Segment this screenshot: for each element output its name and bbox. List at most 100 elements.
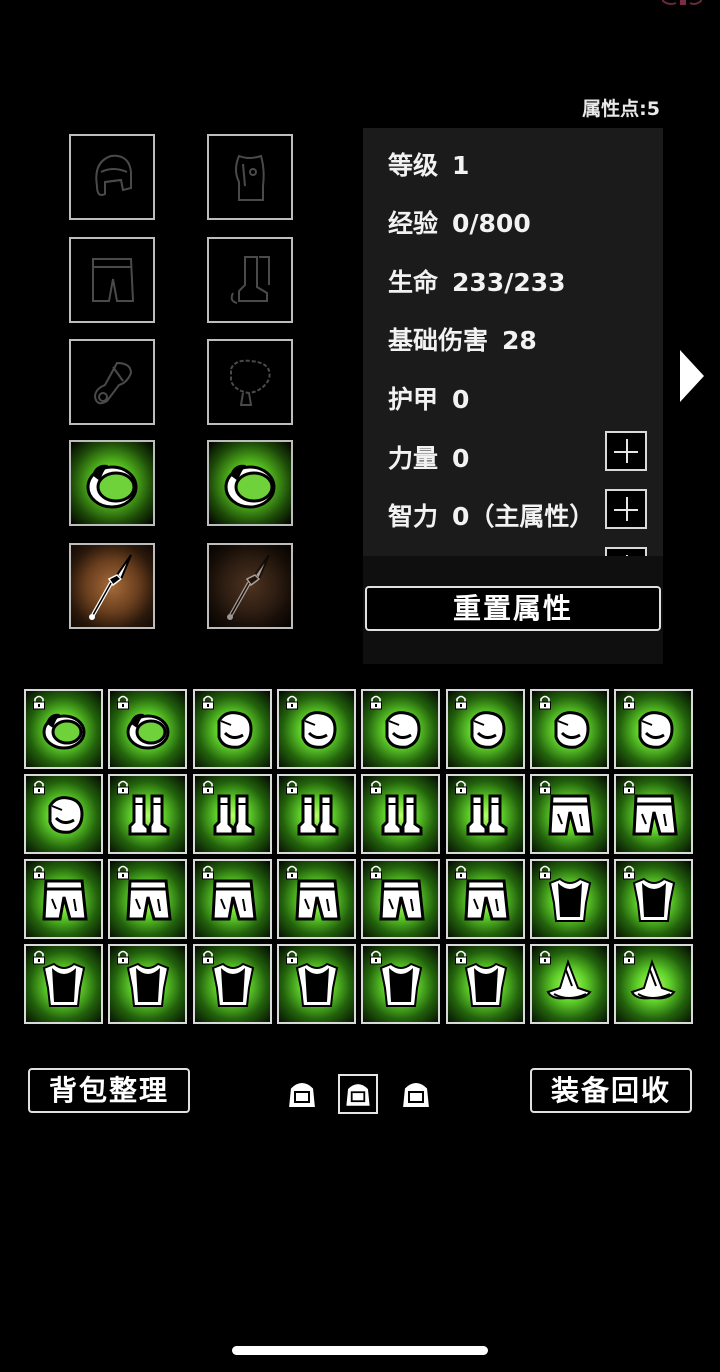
intellect-plus-button[interactable] xyxy=(605,489,647,529)
inventory-slot-armor[interactable] xyxy=(24,944,103,1024)
stat-armor: 护甲 0 xyxy=(388,380,469,416)
boots-icon xyxy=(128,794,170,836)
pants-icon xyxy=(379,879,425,921)
strength-plus-button[interactable] xyxy=(605,431,647,471)
equip-slot-weapon-1[interactable] xyxy=(69,543,155,629)
pants-icon xyxy=(92,258,135,302)
inventory-slot-glove[interactable] xyxy=(277,689,356,769)
equip-slot-helmet[interactable] xyxy=(69,134,155,220)
next-page-arrow-icon[interactable] xyxy=(680,350,704,402)
hat-icon xyxy=(630,958,676,1000)
inventory-slot-armor[interactable] xyxy=(446,944,525,1024)
stat-strength: 力量 0 xyxy=(388,439,469,475)
stat-hp-value: 233/233 xyxy=(452,268,566,297)
boots-icon xyxy=(297,794,339,836)
bag-page-1-icon[interactable] xyxy=(282,1074,322,1114)
inventory-slot-pants[interactable] xyxy=(446,859,525,939)
inventory-slot-armor[interactable] xyxy=(193,944,272,1024)
glove-icon xyxy=(301,711,337,749)
inventory-slot-boots[interactable] xyxy=(108,774,187,854)
home-indicator[interactable] xyxy=(232,1346,488,1355)
stat-exp-value: 0/800 xyxy=(452,209,531,238)
inventory-slot-glove[interactable] xyxy=(24,774,103,854)
glove-icon xyxy=(554,711,590,749)
armor-icon xyxy=(42,962,86,1007)
sort-bag-button[interactable]: 背包整理 xyxy=(28,1068,190,1113)
stat-hp: 生命 233/233 xyxy=(388,263,566,299)
dagger-icon xyxy=(227,554,270,620)
stat-intellect-label: 智力 xyxy=(388,502,439,531)
stat-intellect-value: 0（主属性） xyxy=(452,502,595,531)
inventory-slot-pants[interactable] xyxy=(361,859,440,939)
necklace-icon xyxy=(230,359,271,406)
inventory-slot-pants[interactable] xyxy=(108,859,187,939)
inventory-slot-armor[interactable] xyxy=(277,944,356,1024)
inventory-slot-armor[interactable] xyxy=(530,859,609,939)
green-ring-icon xyxy=(224,464,276,509)
recycle-equipment-button[interactable]: 装备回收 xyxy=(530,1068,692,1113)
stats-panel: 等级 1 经验 0/800 生命 233/233 基础伤害 28 护甲 0 力量 0 智力 0… xyxy=(363,128,663,556)
boots-icon xyxy=(230,256,270,304)
inventory-slot-boots[interactable] xyxy=(193,774,272,854)
glove-icon xyxy=(48,796,84,834)
inventory-slot-boots[interactable] xyxy=(361,774,440,854)
ring-icon xyxy=(42,713,86,750)
inventory-slot-glove[interactable] xyxy=(530,689,609,769)
inventory-slot-pants[interactable] xyxy=(24,859,103,939)
equip-slot-bracer[interactable] xyxy=(69,339,155,425)
hat-icon xyxy=(546,958,592,1000)
green-ring-icon xyxy=(86,464,138,509)
stat-level-value: 1 xyxy=(452,151,470,180)
equip-slot-weapon-2[interactable] xyxy=(207,543,293,629)
boots-icon xyxy=(381,794,423,836)
equip-slot-necklace[interactable] xyxy=(207,339,293,425)
reset-attributes-button[interactable]: 重置属性 xyxy=(365,586,661,631)
stat-exp: 经验 0/800 xyxy=(388,204,531,240)
equip-slot-ring-2[interactable] xyxy=(207,440,293,526)
ring-icon xyxy=(126,713,170,750)
stat-armor-value: 0 xyxy=(452,385,470,414)
glove-icon xyxy=(470,711,506,749)
armor-icon xyxy=(235,154,265,201)
inventory-slot-pants[interactable] xyxy=(277,859,356,939)
inventory-slot-pants[interactable] xyxy=(614,774,693,854)
equip-slot-pants[interactable] xyxy=(69,237,155,323)
stat-base-damage-label: 基础伤害 xyxy=(388,326,489,355)
inventory-slot-pants[interactable] xyxy=(530,774,609,854)
inventory-slot-armor[interactable] xyxy=(614,859,693,939)
stat-plus-button-partial[interactable] xyxy=(605,547,647,556)
stat-strength-label: 力量 xyxy=(388,444,439,473)
inventory-slot-boots[interactable] xyxy=(446,774,525,854)
pants-icon xyxy=(295,879,341,921)
stat-base-damage-value: 28 xyxy=(502,326,537,355)
dagger-icon xyxy=(89,554,132,620)
bracer-icon xyxy=(93,361,133,405)
inventory-slot-hat[interactable] xyxy=(530,944,609,1024)
inventory-slot-pants[interactable] xyxy=(193,859,272,939)
inventory-slot-ring[interactable] xyxy=(24,689,103,769)
glove-icon xyxy=(638,711,674,749)
glove-icon xyxy=(385,711,421,749)
inventory-slot-glove[interactable] xyxy=(193,689,272,769)
equip-slot-boots[interactable] xyxy=(207,237,293,323)
inventory-slot-hat[interactable] xyxy=(614,944,693,1024)
top-corner-mark xyxy=(662,0,702,5)
stat-level-label: 等级 xyxy=(388,151,439,180)
inventory-slot-ring[interactable] xyxy=(108,689,187,769)
helmet-icon xyxy=(95,154,132,196)
inventory-slot-glove[interactable] xyxy=(614,689,693,769)
inventory-slot-armor[interactable] xyxy=(108,944,187,1024)
inventory-slot-glove[interactable] xyxy=(446,689,525,769)
stat-strength-value: 0 xyxy=(452,444,470,473)
armor-icon xyxy=(126,962,170,1007)
inventory-slot-armor[interactable] xyxy=(361,944,440,1024)
inventory-slot-boots[interactable] xyxy=(277,774,356,854)
inventory-slot-glove[interactable] xyxy=(361,689,440,769)
equip-slot-armor[interactable] xyxy=(207,134,293,220)
pants-icon xyxy=(464,879,510,921)
bag-page-3-icon[interactable] xyxy=(396,1074,436,1114)
equip-slot-ring-1[interactable] xyxy=(69,440,155,526)
stat-intellect: 智力 0（主属性） xyxy=(388,497,594,533)
pants-icon xyxy=(211,879,257,921)
bag-page-2-icon[interactable] xyxy=(338,1074,378,1114)
